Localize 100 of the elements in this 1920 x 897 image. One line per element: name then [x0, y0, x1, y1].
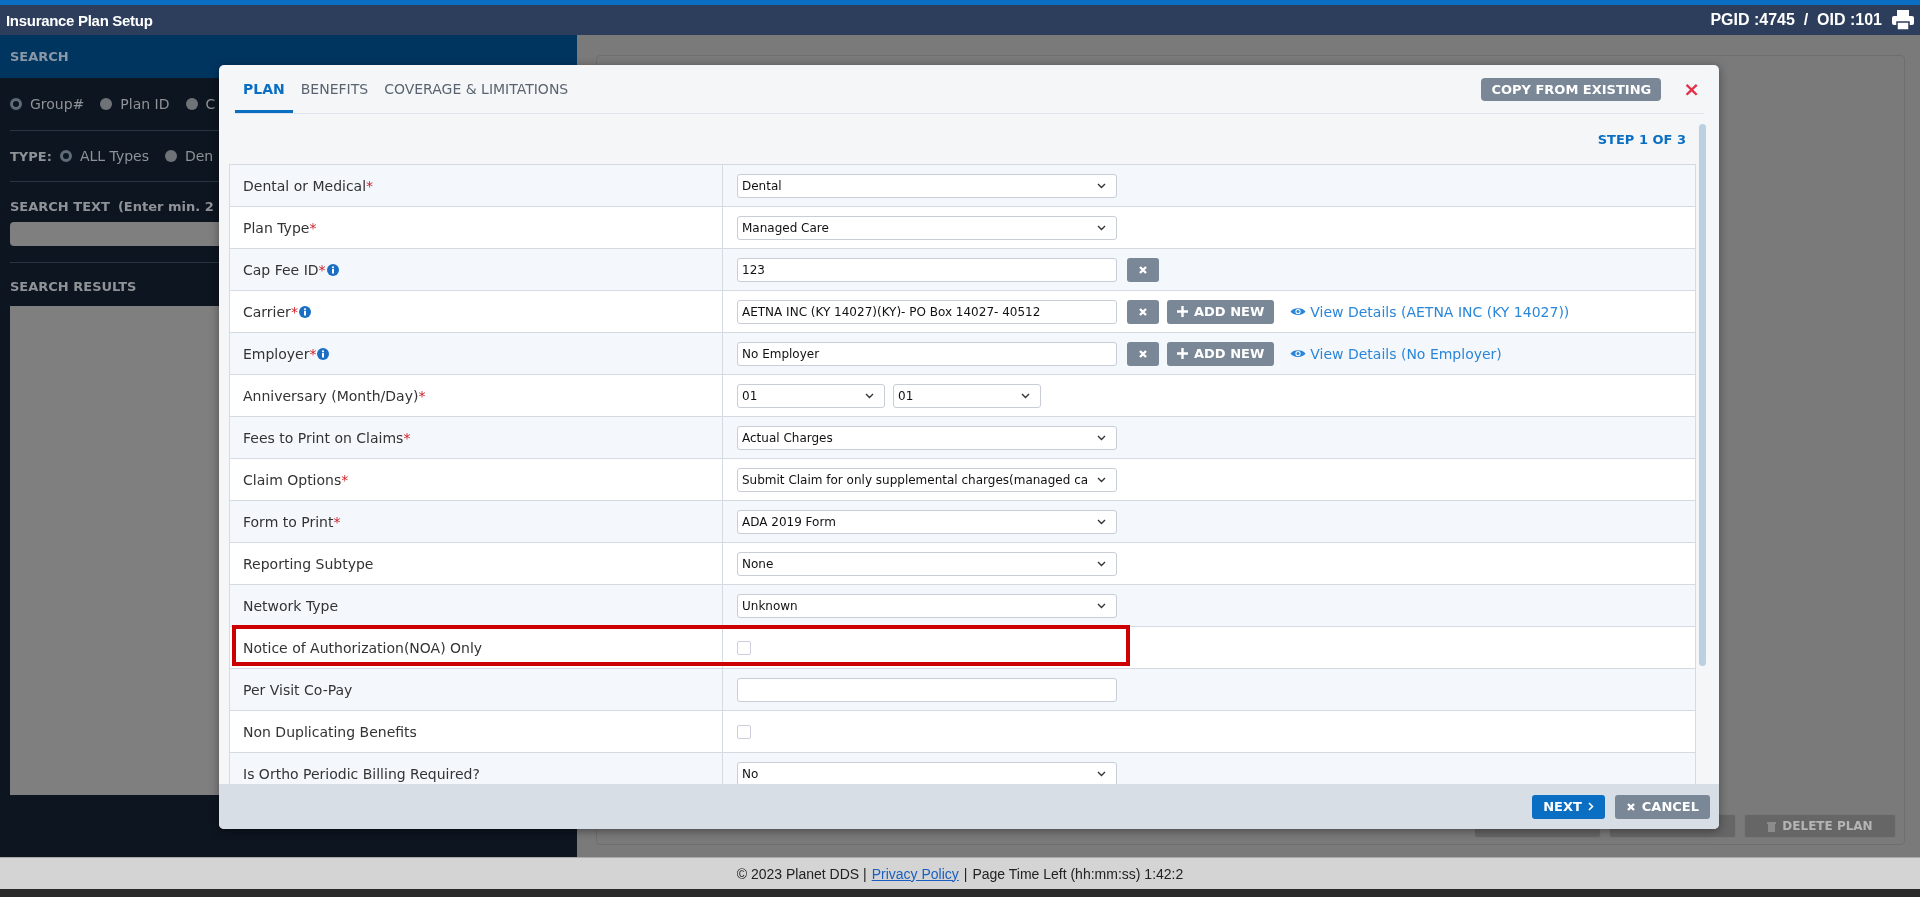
chevron-down-icon — [1021, 392, 1030, 399]
type-label: TYPE: — [10, 148, 52, 164]
radio-button[interactable] — [164, 150, 177, 162]
close-icon — [1138, 348, 1148, 359]
radio-button[interactable] — [100, 98, 113, 110]
required-mark: * — [290, 303, 298, 320]
required-mark: * — [418, 387, 426, 404]
cancel-button[interactable]: CANCEL — [1614, 794, 1710, 819]
chevron-right-icon — [1587, 802, 1594, 811]
radio-label: Plan ID — [120, 96, 170, 112]
info-icon — [326, 263, 339, 276]
radio-label: Group# — [30, 96, 85, 112]
separator-text: | — [963, 865, 968, 882]
chevron-down-icon — [865, 392, 874, 399]
eye-icon — [1290, 306, 1307, 317]
hint-text: (Enter min. 2 — [117, 198, 214, 214]
plus-icon — [1177, 306, 1188, 317]
chevron-down-icon — [1097, 518, 1106, 525]
required-mark: * — [309, 219, 317, 236]
required-mark: * — [318, 261, 326, 278]
trash-icon — [1767, 820, 1777, 832]
required-mark: * — [403, 429, 411, 446]
chevron-down-icon — [1097, 434, 1106, 441]
page-title: Insurance Plan Setup — [6, 11, 153, 29]
field-label: Network Type — [243, 597, 339, 614]
clear-button[interactable] — [1127, 257, 1159, 282]
field-label: Non Duplicating Benefits — [243, 723, 417, 740]
dropdown[interactable]: Unknown — [737, 593, 1117, 618]
required-mark: * — [366, 177, 374, 194]
required-mark: * — [341, 471, 349, 488]
text-field[interactable]: No Employer — [737, 341, 1117, 366]
close-icon — [1138, 306, 1148, 317]
chevron-down-icon — [1097, 602, 1106, 609]
plus-icon — [1177, 348, 1188, 359]
scrollbar[interactable] — [1699, 124, 1706, 666]
clear-button[interactable] — [1127, 341, 1159, 366]
radio-button[interactable] — [10, 98, 22, 110]
checkbox[interactable] — [737, 640, 751, 655]
text-field[interactable]: 123 — [737, 257, 1117, 282]
copy-from-existing-button[interactable]: COPY FROM EXISTING — [1481, 77, 1662, 101]
required-mark: * — [333, 513, 341, 530]
add-new-button[interactable]: ADD NEW — [1167, 299, 1275, 324]
dropdown[interactable]: Managed Care — [737, 215, 1117, 240]
checkbox[interactable] — [737, 724, 751, 739]
dropdown[interactable]: No — [737, 761, 1117, 784]
field-label: Per Visit Co-Pay — [243, 681, 353, 698]
required-mark: * — [309, 345, 317, 362]
privacy-policy-link[interactable]: Privacy Policy — [871, 865, 959, 882]
field-label: Carrier — [243, 303, 291, 320]
dropdown[interactable]: Dental — [737, 173, 1117, 198]
radio-label: ALL Types — [79, 148, 149, 164]
radio-button[interactable] — [59, 150, 72, 162]
dropdown[interactable]: 01 — [893, 383, 1041, 408]
chevron-down-icon — [1097, 182, 1106, 189]
tab[interactable]: COVERAGE & LIMITATIONS — [376, 68, 577, 113]
info-icon — [298, 305, 311, 318]
field-label: Notice of Authorization(NOA) Only — [243, 639, 483, 656]
dropdown[interactable]: None — [737, 551, 1117, 576]
field-label: Dental or Medical — [243, 177, 367, 194]
printer-icon[interactable] — [1892, 10, 1914, 30]
section-heading: SEARCH TEXT — [10, 198, 110, 214]
copyright-text: © 2023 Planet DDS | — [736, 865, 867, 882]
radio-button[interactable] — [185, 98, 198, 110]
section-heading: SEARCH RESULTS — [10, 279, 138, 294]
text-field[interactable] — [737, 677, 1117, 702]
dropdown[interactable]: Actual Charges — [737, 425, 1117, 450]
time-left-text: Page Time Left (hh:mm:ss) 1:42:2 — [972, 865, 1184, 882]
field-label: Fees to Print on Claims — [243, 429, 404, 446]
radio-label: C — [205, 96, 216, 112]
ids-label: PGID :4745 / OID :101 — [1710, 11, 1882, 29]
chevron-down-icon — [1097, 224, 1106, 231]
field-label: Form to Print — [243, 513, 334, 530]
chevron-down-icon — [1097, 560, 1106, 567]
field-label: Reporting Subtype — [243, 555, 374, 572]
chevron-down-icon — [1097, 476, 1106, 483]
dropdown[interactable]: Submit Claim for only supplemental charges(managed ca — [737, 467, 1117, 492]
tab[interactable]: PLAN — [235, 68, 293, 113]
field-label: Employer — [243, 345, 310, 362]
view-details-link[interactable]: View Details (AETNA INC (KY 14027)) — [1290, 303, 1570, 320]
field-label: Claim Options — [243, 471, 342, 488]
dropdown[interactable]: ADA 2019 Form — [737, 509, 1117, 534]
field-label: Plan Type — [243, 219, 310, 236]
info-icon — [317, 347, 330, 360]
radio-label: Den — [184, 148, 214, 164]
dropdown[interactable]: 01 — [737, 383, 885, 408]
text-field[interactable]: AETNA INC (KY 14027)(KY)- PO Box 14027- 40512 — [737, 299, 1117, 324]
close-icon — [1625, 801, 1636, 812]
next-button[interactable]: NEXT — [1532, 794, 1605, 819]
step-indicator: STEP 1 OF 3 — [1597, 131, 1686, 147]
field-label: Cap Fee ID — [243, 261, 319, 278]
field-label: Is Ortho Periodic Billing Required? — [243, 765, 480, 782]
add-new-button[interactable]: ADD NEW — [1167, 341, 1275, 366]
tab[interactable]: BENEFITS — [292, 68, 377, 113]
section-heading: SEARCH — [10, 49, 69, 64]
field-label: Anniversary (Month/Day) — [243, 387, 419, 404]
clear-button[interactable] — [1127, 299, 1159, 324]
close-button[interactable]: × — [1683, 77, 1700, 101]
chevron-down-icon — [1097, 770, 1106, 777]
eye-icon — [1290, 348, 1307, 359]
view-details-link[interactable]: View Details (No Employer) — [1290, 345, 1502, 362]
